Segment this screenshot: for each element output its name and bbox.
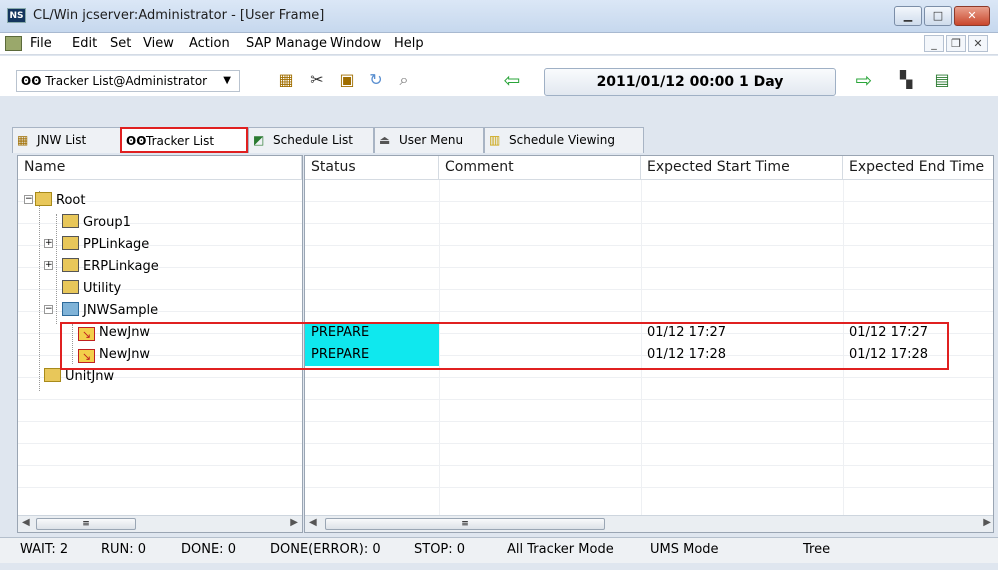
find-icon[interactable]: ⌕ [392, 68, 416, 92]
node-label: UnitJnw [65, 369, 115, 384]
node-label: Root [56, 193, 86, 208]
chevron-down-icon: ▼ [223, 75, 231, 86]
tree-horizontal-scrollbar[interactable]: ◀ ≡ ▶ [18, 515, 302, 532]
status-done: DONE: 0 [181, 542, 236, 557]
menu-bar: File Edit Set View Action SAP Manage Win… [0, 33, 998, 55]
mdi-close-button[interactable]: ✕ [968, 35, 988, 52]
column-header-comment[interactable]: Comment [439, 156, 641, 180]
folder-icon [35, 192, 52, 206]
node-label: Utility [83, 281, 122, 296]
maximize-button[interactable]: □ [924, 6, 952, 26]
menu-sap-manage[interactable]: SAP Manage [246, 36, 327, 51]
scrollbar-thumb[interactable]: ≡ [325, 518, 605, 530]
tree-node-erplinkage[interactable]: ERPLinkage [62, 256, 159, 278]
status-bar: WAIT: 2 RUN: 0 DONE: 0 DONE(ERROR): 0 ST… [0, 537, 998, 563]
menu-window[interactable]: Window [330, 36, 381, 51]
grid-horizontal-scrollbar[interactable]: ◀ ≡ ▶ [305, 515, 993, 532]
column-header-status[interactable]: Status [305, 156, 439, 180]
node-label: JNWSample [83, 303, 159, 318]
calendar-icon[interactable]: ▣ [335, 68, 359, 92]
user-menu-icon: ⏏ [379, 133, 391, 147]
group-icon [62, 258, 79, 272]
tracker-icon: ʘʘ [126, 134, 147, 148]
tab-strip [0, 96, 998, 128]
status-stop: STOP: 0 [414, 542, 466, 557]
tree-node-group1[interactable]: Group1 [62, 212, 131, 234]
status-run: RUN: 0 [101, 542, 147, 557]
jnw-icon: ▦ [17, 133, 29, 147]
column-header-expected-end[interactable]: Expected End Time [843, 156, 993, 180]
tracker-icon: ʘʘ [21, 74, 42, 88]
tree-node-jnwsample[interactable]: JNWSample [62, 300, 158, 322]
expand-pplinkage[interactable]: + [44, 239, 53, 248]
refresh-icon[interactable]: ↻ [364, 68, 388, 92]
tab-label: User Menu [399, 133, 464, 147]
app-icon: NS [7, 8, 26, 23]
tab-tracker-list[interactable]: ʘʘTracker List [120, 127, 248, 153]
mdi-minimize-button[interactable]: _ [924, 35, 944, 52]
window-title: CL/Win jcserver:Administrator - [User Fr… [33, 8, 325, 23]
group-icon [62, 280, 79, 294]
menu-help[interactable]: Help [394, 36, 424, 51]
mdi-restore-button[interactable]: ❐ [946, 35, 966, 52]
tab-jnw-list[interactable]: ▦ JNW List [12, 127, 122, 153]
close-button[interactable]: ✕ [954, 6, 990, 26]
expand-erplinkage[interactable]: + [44, 261, 53, 270]
status-view: Tree [803, 542, 831, 557]
menu-file[interactable]: File [30, 36, 52, 51]
node-label: Group1 [83, 215, 131, 230]
tree-node-root[interactable]: Root [35, 190, 85, 212]
scroll-right-icon[interactable]: ▶ [290, 517, 298, 528]
node-label: ERPLinkage [83, 259, 159, 274]
menu-view[interactable]: View [143, 36, 174, 51]
minimize-button[interactable]: ▁ [894, 6, 922, 26]
group-icon [62, 214, 79, 228]
tab-schedule-viewing[interactable]: ▥ Schedule Viewing [484, 127, 644, 153]
tab-label: JNW List [37, 133, 87, 147]
annotation-highlight [60, 322, 949, 370]
menu-action[interactable]: Action [189, 36, 230, 51]
group-icon [62, 236, 79, 250]
menu-edit[interactable]: Edit [72, 36, 97, 51]
next-arrow-icon[interactable]: ⇨ [852, 68, 876, 92]
status-done-error: DONE(ERROR): 0 [270, 542, 381, 557]
schedule-list-icon: ◩ [253, 133, 265, 147]
scroll-left-icon[interactable]: ◀ [22, 517, 30, 528]
tab-label: Schedule List [273, 133, 353, 147]
combo-value: Tracker List@Administrator [45, 74, 208, 88]
menu-set[interactable]: Set [110, 36, 131, 51]
collapse-jnwsample[interactable]: − [44, 305, 53, 314]
document-menu-icon[interactable] [5, 36, 22, 51]
tree-view-icon[interactable]: ▦ [274, 68, 298, 92]
status-ums: UMS Mode [650, 542, 719, 557]
folder-icon [44, 368, 61, 382]
tools-icon[interactable]: ✂ [305, 68, 329, 92]
previous-arrow-icon[interactable]: ⇦ [500, 68, 524, 92]
status-wait: WAIT: 2 [20, 542, 69, 557]
node-label: PPLinkage [83, 237, 150, 252]
jobnet-icon [62, 302, 79, 316]
scroll-right-icon[interactable]: ▶ [983, 517, 991, 528]
status-mode: All Tracker Mode [507, 542, 614, 557]
tab-label: Schedule Viewing [509, 133, 615, 147]
date-range-button[interactable]: 2011/01/12 00:00 1 Day [544, 68, 836, 96]
tab-schedule-list[interactable]: ◩ Schedule List [248, 127, 374, 153]
job-icon[interactable]: ▚ [894, 68, 918, 92]
tree-header-name[interactable]: Name [18, 156, 302, 180]
tab-user-menu[interactable]: ⏏ User Menu [374, 127, 484, 153]
schedule-viewing-icon: ▥ [489, 133, 501, 147]
tab-label: Tracker List [146, 134, 215, 148]
schedule-icon[interactable]: ▤ [930, 68, 954, 92]
tree-node-utility[interactable]: Utility [62, 278, 121, 300]
title-bar: NS CL/Win jcserver:Administrator - [User… [0, 0, 998, 33]
tree-node-pplinkage[interactable]: PPLinkage [62, 234, 149, 256]
scroll-left-icon[interactable]: ◀ [309, 517, 317, 528]
collapse-root[interactable]: − [24, 195, 33, 204]
column-header-expected-start[interactable]: Expected Start Time [641, 156, 843, 180]
tracker-combo[interactable]: ʘʘ Tracker List@Administrator ▼ [16, 70, 240, 92]
scrollbar-thumb[interactable]: ≡ [36, 518, 136, 530]
